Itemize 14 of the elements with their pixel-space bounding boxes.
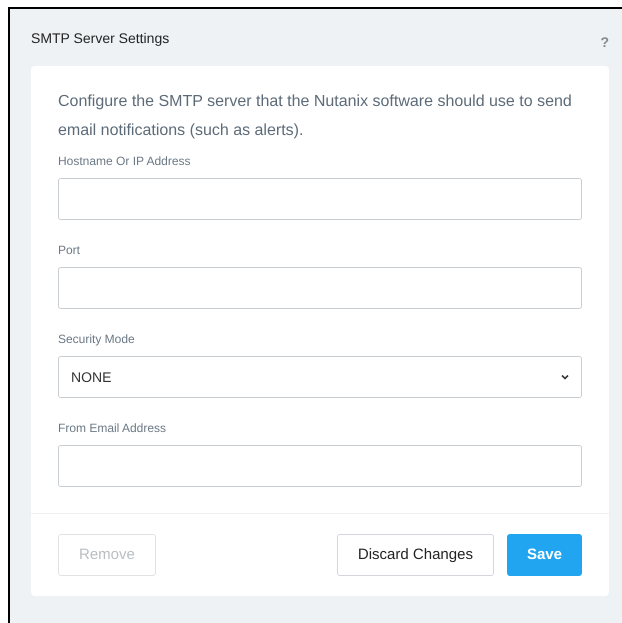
field-label: Port (58, 242, 82, 259)
discard-button[interactable]: Discard Changes (336, 534, 494, 576)
panel-title: SMTP Server Settings (31, 29, 170, 48)
help-button[interactable]: ? (600, 24, 610, 53)
security-mode-dropdown[interactable]: NONE (58, 356, 582, 398)
chevron-down-icon (561, 374, 569, 380)
save-button[interactable]: Save (506, 534, 582, 576)
field-label: Security Mode (58, 331, 136, 348)
input-field[interactable] (58, 445, 582, 487)
input-field[interactable] (58, 178, 582, 220)
field-label: Hostname Or IP Address (58, 153, 192, 170)
field-label: From Email Address (58, 420, 168, 437)
description: Configure the SMTP server that the Nutanix software should use to send email notifications (such as alerts). (58, 92, 573, 141)
input-field[interactable] (58, 267, 582, 309)
